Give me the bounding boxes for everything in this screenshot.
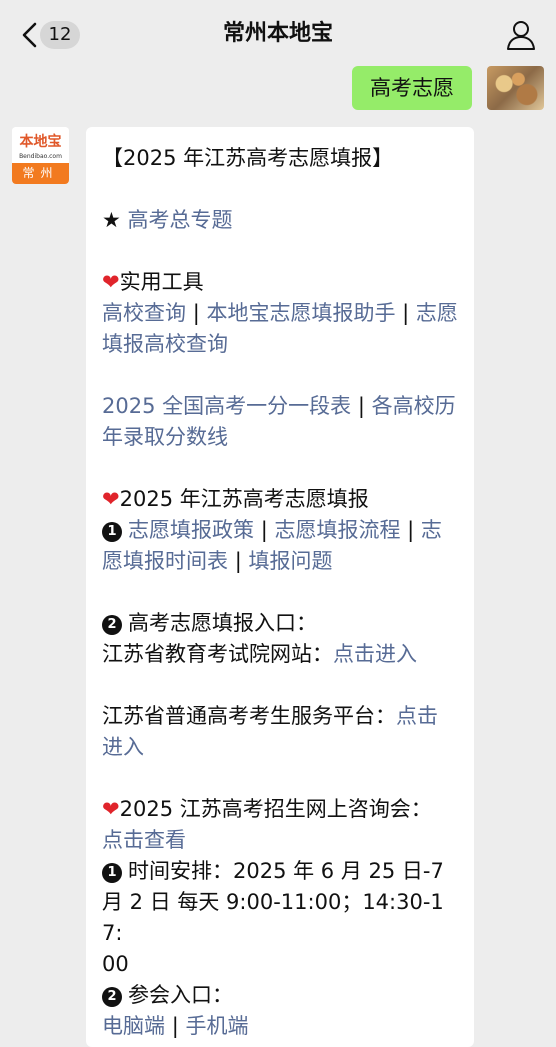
tools-title-row: ❤实用工具: [102, 267, 458, 298]
join-title: 参会入口：: [128, 983, 233, 1007]
schedule-row: 1 时间安排：2025 年 6 月 25 日-7: [102, 856, 458, 887]
number-two-icon: 2: [102, 615, 122, 635]
section2-title: 2025 年江苏高考志愿填报: [119, 487, 369, 511]
star-icon: ★: [102, 208, 121, 232]
join-title-row: 2 参会入口：: [102, 980, 458, 1011]
tools-title: 实用工具: [119, 270, 204, 294]
join-links: 电脑端 | 手机端: [102, 1014, 249, 1038]
chat-title: 常州本地宝: [222, 21, 333, 46]
user-message: 高考志愿: [244, 62, 544, 112]
brand-url: Bendibao.com: [19, 153, 62, 160]
person-icon[interactable]: [504, 18, 538, 52]
star-row: ★ 高考总专题: [102, 205, 458, 236]
college-search-link[interactable]: 高校查询: [102, 301, 186, 325]
consult-title: 2025 江苏高考招生网上咨询会：: [119, 797, 432, 821]
heart-icon: ❤: [102, 797, 120, 821]
mobile-link[interactable]: 手机端: [185, 1014, 248, 1038]
heart-icon: ❤: [102, 270, 120, 294]
pc-link[interactable]: 电脑端: [102, 1014, 165, 1038]
schedule-row-2: 月 2 日 每天 9:00-11:00；14:30-17:: [102, 890, 444, 945]
brand-logo: 本地宝 Bendibao.com: [12, 127, 69, 163]
number-two-icon: 2: [102, 987, 122, 1007]
entry-title-row: 2 高考志愿填报入口：: [102, 608, 458, 639]
consult-link[interactable]: 点击查看: [102, 828, 186, 852]
topic-link[interactable]: 高考总专题: [128, 208, 233, 232]
number-one-icon: 1: [102, 863, 122, 883]
bot-message-card: 【2025 年江苏高考志愿填报】 ★ 高考总专题 ❤实用工具 高校查询 | 本地…: [86, 127, 474, 1047]
site1-link[interactable]: 点击进入: [333, 642, 417, 666]
entry-title: 高考志愿填报入口：: [128, 611, 317, 635]
assistant-link[interactable]: 本地宝志愿填报助手: [206, 301, 395, 325]
user-avatar[interactable]: [487, 66, 544, 110]
number-one-icon: 1: [102, 522, 122, 542]
process-link[interactable]: 志愿填报流程: [274, 518, 400, 542]
bot-avatar[interactable]: 本地宝 Bendibao.com 常州: [12, 127, 69, 184]
heart-icon: ❤: [102, 487, 120, 511]
brand-name: 本地宝: [19, 134, 62, 150]
score-table-link[interactable]: 2025 全国高考一分一段表: [102, 394, 351, 418]
consult-link-row: 点击查看: [102, 825, 458, 856]
site2-row-cont: 进入: [102, 732, 458, 763]
section2-title-row: ❤2025 年江苏高考志愿填报: [102, 484, 458, 515]
site2-link-cont[interactable]: 进入: [102, 735, 144, 759]
policy-links: 1 志愿填报政策 | 志愿填报流程 | 志愿填报时间表 | 填报问题: [102, 518, 442, 573]
user-message-bubble[interactable]: 高考志愿: [352, 66, 472, 110]
site1-label: 江苏省教育考试院网站：: [102, 642, 333, 666]
top-bar: 12 常州本地宝: [0, 0, 556, 68]
questions-link[interactable]: 填报问题: [248, 549, 332, 573]
schedule-text: 时间安排：2025 年 6 月 25 日-7: [128, 859, 444, 883]
site2-link[interactable]: 点击: [396, 704, 438, 728]
tools-links: 高校查询 | 本地宝志愿填报助手 | 志愿填报高校查询: [102, 301, 458, 356]
site1-row: 江苏省教育考试院网站：点击进入: [102, 639, 458, 670]
schedule-row-3: 00: [102, 952, 129, 976]
consult-title-row: ❤2025 江苏高考招生网上咨询会：: [102, 794, 458, 825]
rank-links: 2025 全国高考一分一段表 | 各高校历年录取分数线: [102, 394, 456, 449]
site2-label: 江苏省普通高考考生服务平台：: [102, 704, 396, 728]
policy-link[interactable]: 志愿填报政策: [128, 518, 254, 542]
article-heading: 【2025 年江苏高考志愿填报】: [102, 146, 394, 170]
site2-row: 江苏省普通高考考生服务平台：点击: [102, 701, 458, 732]
brand-city: 常州: [12, 163, 69, 184]
